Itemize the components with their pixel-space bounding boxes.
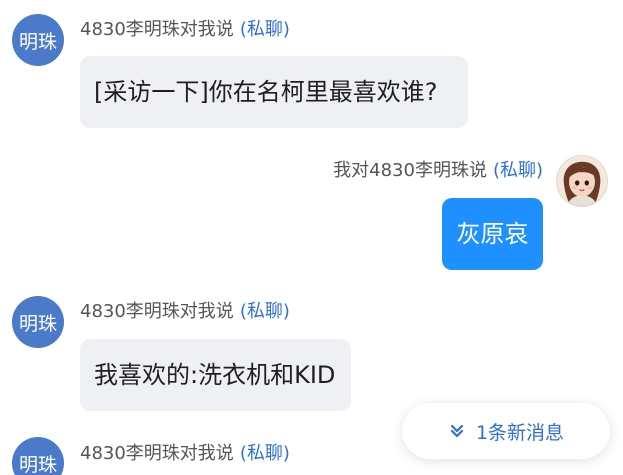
new-messages-label: 1条新消息 [475,421,565,444]
sender-line: 4830李明珠对我说 [80,301,234,322]
message-meta: 4830李明珠对我说 (私聊) [80,19,290,41]
user-avatar[interactable] [556,155,608,207]
sender-line: 4830李明珠对我说 [80,19,234,40]
sender-avatar[interactable]: 明珠 [12,437,64,475]
private-tag: (私聊) [239,443,290,464]
message-text: 我喜欢的:洗衣机和KID [94,361,336,389]
private-tag: (私聊) [239,19,290,40]
chat-thread: 明珠 4830李明珠对我说 (私聊) [采访一下]你在名柯里最喜欢谁? 我对48… [0,0,623,475]
private-tag: (私聊) [492,160,543,181]
message-bubble[interactable]: 我喜欢的:洗衣机和KID [80,339,351,411]
user-photo-icon [557,156,607,206]
message-meta: 我对4830李明珠说 (私聊) [333,160,543,182]
avatar-initials: 明珠 [18,312,57,335]
new-messages-button[interactable]: 1条新消息 [402,403,610,459]
private-tag: (私聊) [239,301,290,322]
message-meta: 4830李明珠对我说 (私聊) [80,443,290,465]
sender-line: 4830李明珠对我说 [80,443,234,464]
avatar-initials: 明珠 [18,30,57,53]
double-chevron-down-icon [448,422,466,440]
message-text: 灰原哀 [456,220,529,248]
sender-line: 我对4830李明珠说 [333,160,487,181]
sender-avatar[interactable]: 明珠 [12,296,64,348]
message-bubble[interactable]: [采访一下]你在名柯里最喜欢谁? [80,56,468,128]
sender-avatar[interactable]: 明珠 [12,14,64,66]
message-bubble[interactable]: 灰原哀 [442,198,543,270]
message-text: [采访一下]你在名柯里最喜欢谁? [94,78,438,106]
message-meta: 4830李明珠对我说 (私聊) [80,301,290,323]
avatar-initials: 明珠 [18,453,57,475]
